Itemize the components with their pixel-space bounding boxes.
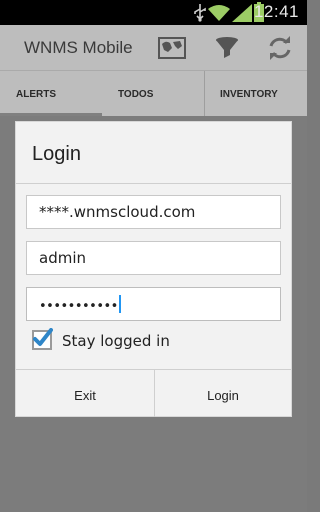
tab-inventory[interactable]: INVENTORY <box>204 71 307 117</box>
app-title: WNMS Mobile <box>24 38 133 57</box>
exit-button[interactable]: Exit <box>16 370 154 417</box>
stay-logged-in-label: Stay logged in <box>62 332 170 350</box>
tab-alerts[interactable]: ALERTS <box>0 71 102 117</box>
refresh-icon <box>269 36 291 60</box>
password-value: ••••••••••• <box>39 299 118 314</box>
login-button[interactable]: Login <box>154 370 291 417</box>
server-field[interactable]: ****.wnmscloud.com <box>26 195 281 229</box>
tab-bar: ALERTS TODOS INVENTORY <box>0 70 307 117</box>
exit-button-label: Exit <box>74 388 96 403</box>
server-value: ****.wnmscloud.com <box>39 203 196 221</box>
login-dialog: Login ****.wnmscloud.com admin •••••••••… <box>15 121 292 417</box>
map-button[interactable] <box>158 34 186 62</box>
signal-icon <box>232 4 252 22</box>
tab-label: TODOS <box>118 89 154 100</box>
status-bar: 12:41 <box>0 0 307 25</box>
tab-label: INVENTORY <box>220 89 278 100</box>
dialog-title: Login <box>32 143 81 165</box>
filter-button[interactable] <box>213 34 241 62</box>
divider <box>16 183 291 184</box>
filter-icon <box>216 37 238 58</box>
login-button-label: Login <box>207 388 239 403</box>
checkmark-icon <box>33 328 53 346</box>
stay-logged-in-checkbox[interactable] <box>32 328 53 350</box>
clock: 12:41 <box>253 2 299 21</box>
text-cursor <box>118 295 121 313</box>
tab-todos[interactable]: TODOS <box>102 71 204 117</box>
refresh-button[interactable] <box>266 34 294 62</box>
map-icon <box>158 37 186 59</box>
password-field[interactable]: ••••••••••• <box>26 287 281 321</box>
tab-label: ALERTS <box>16 89 56 100</box>
wifi-icon <box>208 5 230 21</box>
action-bar: WNMS Mobile <box>0 25 307 70</box>
usb-icon <box>194 4 206 22</box>
username-value: admin <box>39 249 86 267</box>
dialog-button-row: Exit Login <box>16 369 291 417</box>
username-field[interactable]: admin <box>26 241 281 275</box>
